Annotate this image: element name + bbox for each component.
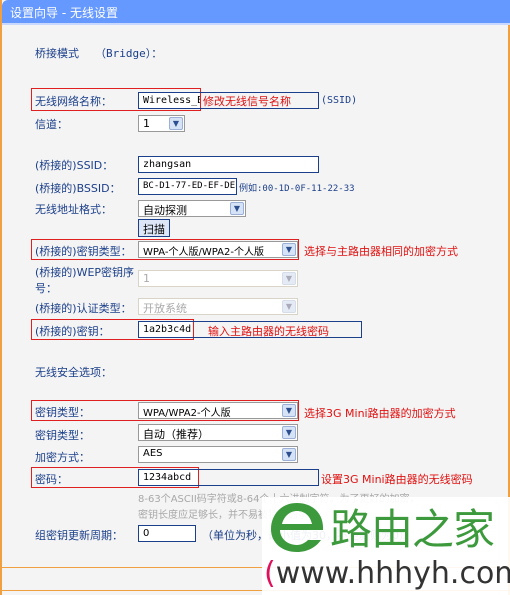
bridged-bssid-label: (桥接的)BSSID： xyxy=(35,182,121,195)
bridged-key-type-label: (桥接的)密钥类型： xyxy=(35,245,132,258)
bridged-key-label: (桥接的)密钥： xyxy=(35,325,110,338)
chevron-down-icon[interactable]: ▼ xyxy=(169,117,183,130)
address-format-select[interactable]: 自动探测 ▼ xyxy=(138,200,246,217)
key-type-select[interactable]: WPA/WPA2-个人版 ▼ xyxy=(138,402,298,419)
chevron-down-icon[interactable]: ▼ xyxy=(282,426,296,439)
chevron-down-icon[interactable]: ▼ xyxy=(282,272,296,285)
address-format-value: 自动探测 xyxy=(143,204,187,217)
scan-button[interactable]: 扫描 xyxy=(138,219,170,237)
watermark-url: (www.hhhyh.com) xyxy=(264,556,510,591)
bridged-auth-type-value: 开放系统 xyxy=(143,302,187,315)
bridged-key-type-annotation: 选择与主路由器相同的加密方式 xyxy=(304,245,458,258)
brand-leaf-icon xyxy=(271,503,324,552)
bridged-wep-index-label-cont: 号： xyxy=(35,282,57,295)
chevron-down-icon[interactable]: ▼ xyxy=(282,448,296,461)
key-type-label: 密钥类型： xyxy=(35,406,90,419)
bridge-mode-value: （Bridge）： xyxy=(95,47,163,60)
security-section-label: 无线安全选项： xyxy=(35,366,112,379)
key-type2-select[interactable]: 自动（推荐） ▼ xyxy=(138,424,298,441)
encryption-select[interactable]: AES ▼ xyxy=(138,446,298,463)
channel-select[interactable]: 1 ▼ xyxy=(138,115,185,132)
window-title: 设置向导 - 无线设置 xyxy=(2,0,510,23)
encryption-label: 加密方式： xyxy=(35,451,90,464)
key-type-annotation: 选择3G Mini路由器的加密方式 xyxy=(304,407,456,420)
group-key-period-label: 组密钥更新周期： xyxy=(35,529,123,542)
ssid-suffix: (SSID) xyxy=(321,95,358,106)
key-type2-value: 自动（推荐） xyxy=(143,428,209,441)
chevron-down-icon[interactable]: ▼ xyxy=(230,202,244,215)
watermark-brand: 路由之家 xyxy=(330,505,495,554)
bridged-wep-index-select[interactable]: 1 ▼ xyxy=(138,270,298,287)
bridge-mode-label: 桥接模式 xyxy=(35,47,79,60)
bridged-ssid-label: (桥接的)SSID： xyxy=(35,159,114,172)
ssid-label: 无线网络名称： xyxy=(35,95,112,108)
address-format-label: 无线地址格式： xyxy=(35,203,112,216)
chevron-down-icon[interactable]: ▼ xyxy=(282,300,296,313)
group-key-period-input[interactable]: 0 xyxy=(138,525,196,542)
chevron-down-icon[interactable]: ▼ xyxy=(282,404,296,417)
bridged-wep-index-label: (桥接的)WEP密钥序 xyxy=(35,266,135,279)
password-input-border xyxy=(138,469,319,486)
key-type-value: WPA/WPA2-个人版 xyxy=(143,408,231,419)
watermark-url-open: ( xyxy=(264,556,276,591)
bridged-bssid-input[interactable]: BC-D1-77-ED-EF-DE xyxy=(138,178,237,195)
bridged-auth-type-select[interactable]: 开放系统 ▼ xyxy=(138,298,298,315)
password-annotation: 设置3G Mini路由器的无线密码 xyxy=(321,473,473,486)
chevron-down-icon[interactable]: ▼ xyxy=(282,243,296,256)
bridged-key-annotation: 输入主路由器的无线密码 xyxy=(208,325,329,338)
channel-value: 1 xyxy=(143,117,150,130)
bridged-key-type-select[interactable]: WPA-个人版/WPA2-个人版 ▼ xyxy=(138,241,298,258)
password-label: 密码： xyxy=(35,473,68,486)
watermark-url-text: www.hhhyh.com xyxy=(275,556,510,591)
encryption-value: AES xyxy=(143,448,163,459)
bridged-auth-type-label: (桥接的)认证类型： xyxy=(35,302,132,315)
bridged-ssid-input[interactable]: zhangsan xyxy=(138,156,319,173)
key-type2-label: 密钥类型： xyxy=(35,429,90,442)
ssid-annotation: 修改无线信号名称 xyxy=(203,95,291,108)
title-underline xyxy=(2,23,510,25)
bssid-example: 例如:00-1D-0F-11-22-33 xyxy=(239,184,355,194)
channel-label: 信道： xyxy=(35,118,68,131)
bridged-wep-index-value: 1 xyxy=(143,272,150,285)
bridged-key-type-value: WPA-个人版/WPA2-个人版 xyxy=(143,247,264,258)
